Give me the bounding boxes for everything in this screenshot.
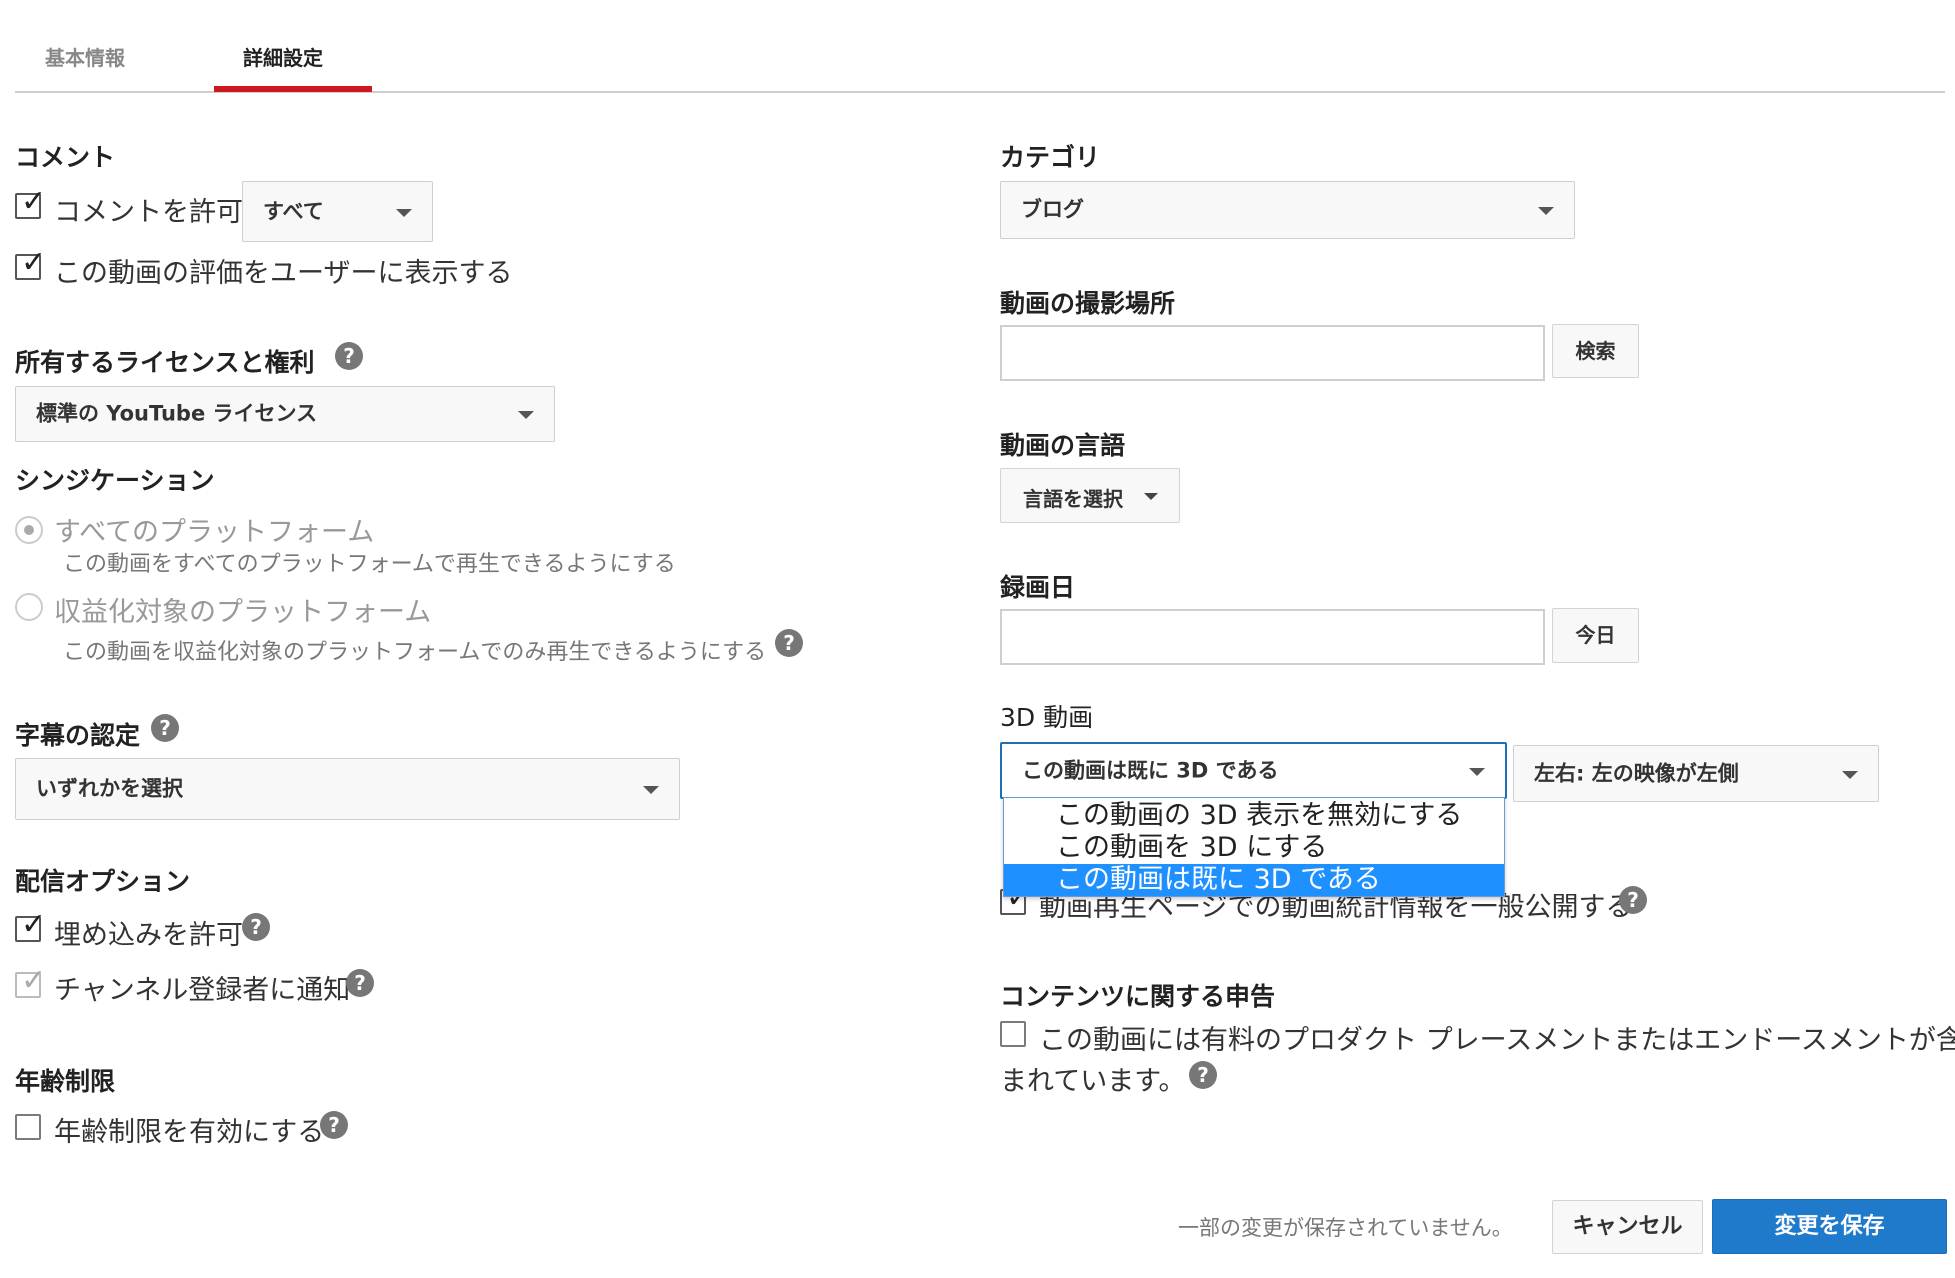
category-select[interactable]: ブログ (1000, 181, 1575, 239)
today-button[interactable]: 今日 (1552, 608, 1639, 663)
show-rating-label: この動画の評価をユーザーに表示する (54, 258, 513, 289)
unsaved-status: 一部の変更が保存されていません。 (1178, 1216, 1513, 1240)
video-3d-dropdown-menu: この動画の 3D 表示を無効にする この動画を 3D にする この動画は既に 3… (1003, 797, 1505, 897)
check-icon: ✓ (21, 963, 47, 998)
video-3d-layout-value: 左右: 左の映像が左側 (1534, 761, 1739, 785)
notify-subscribers-checkbox[interactable]: ✓ (15, 966, 46, 998)
help-icon[interactable]: ? (346, 969, 374, 997)
comments-visibility-select[interactable]: すべて (242, 181, 433, 242)
paid-promotion-label-line2: まれています。 (1000, 1066, 1186, 1097)
language-select-button[interactable]: 言語を選択 (1000, 468, 1180, 523)
tab-advanced-settings[interactable]: 詳細設定 (243, 42, 323, 71)
chevron-down-icon (1469, 767, 1485, 776)
help-icon[interactable]: ? (775, 629, 803, 657)
monetized-platforms-label: 収益化対象のプラットフォーム (54, 597, 432, 628)
all-platforms-desc: この動画をすべてのプラットフォームで再生できるようにする (63, 552, 676, 577)
content-declaration-heading: コンテンツに関する申告 (1000, 982, 1276, 1011)
check-icon: ✓ (21, 907, 47, 942)
check-icon: ✓ (21, 245, 47, 280)
chevron-down-icon (518, 411, 534, 419)
distribution-heading: 配信オプション (15, 867, 191, 896)
license-heading: 所有するライセンスと権利 (15, 348, 315, 377)
save-changes-button[interactable]: 変更を保存 (1712, 1199, 1947, 1254)
video-3d-value: この動画は既に 3D である (1022, 758, 1279, 782)
paid-promotion-label-line1: この動画には有料のプロダクト プレースメントまたはエンドースメントが含 (1039, 1025, 1955, 1056)
comments-heading: コメント (15, 143, 116, 172)
help-icon[interactable]: ? (1619, 886, 1647, 914)
license-select[interactable]: 標準の YouTube ライセンス (15, 386, 555, 442)
license-value: 標準の YouTube ライセンス (36, 401, 318, 426)
paid-promotion-checkbox[interactable] (1000, 1021, 1026, 1047)
help-icon[interactable]: ? (335, 342, 363, 370)
category-value: ブログ (1021, 197, 1084, 222)
allow-embed-label: 埋め込みを許可 (54, 920, 243, 951)
menu-item-make-3d[interactable]: この動画を 3D にする (1004, 832, 1504, 864)
menu-item-disable-3d[interactable]: この動画の 3D 表示を無効にする (1004, 800, 1504, 832)
recording-date-heading: 録画日 (1000, 573, 1076, 602)
allow-embed-checkbox[interactable]: ✓ (15, 910, 46, 942)
allow-comments-label: コメントを許可 (54, 197, 243, 228)
allow-comments-checkbox[interactable]: ✓ (15, 187, 46, 219)
help-icon[interactable]: ? (151, 714, 179, 742)
age-restriction-checkbox[interactable] (15, 1114, 41, 1140)
recording-date-input[interactable] (1000, 609, 1545, 665)
active-tab-indicator (214, 86, 372, 92)
chevron-down-icon (396, 208, 412, 217)
location-search-button[interactable]: 検索 (1552, 324, 1639, 378)
all-platforms-label: すべてのプラットフォーム (54, 517, 375, 548)
captions-certification-select[interactable]: いずれかを選択 (15, 758, 680, 820)
video-3d-heading: 3D 動画 (1000, 703, 1094, 732)
cancel-button[interactable]: キャンセル (1552, 1200, 1703, 1254)
notify-subscribers-label: チャンネル登録者に通知 (54, 975, 351, 1006)
tab-basic-info[interactable]: 基本情報 (45, 42, 125, 71)
radio-dot (24, 525, 34, 535)
chevron-down-icon (1144, 493, 1158, 500)
captions-certification-value: いずれかを選択 (36, 776, 183, 801)
language-select-label: 言語を選択 (1023, 487, 1123, 511)
chevron-down-icon (643, 786, 659, 794)
help-icon[interactable]: ? (242, 913, 270, 941)
chevron-down-icon (1842, 770, 1858, 779)
location-heading: 動画の撮影場所 (1000, 289, 1176, 318)
monetized-platforms-desc: この動画を収益化対象のプラットフォームでのみ再生できるようにする (63, 640, 767, 665)
syndication-heading: シンジケーション (15, 466, 215, 495)
category-heading: カテゴリ (1000, 143, 1101, 172)
age-restriction-heading: 年齢制限 (15, 1067, 116, 1096)
captions-heading: 字幕の認定 (15, 721, 141, 750)
age-restriction-label: 年齢制限を有効にする (54, 1117, 325, 1148)
comments-visibility-value: すべて (263, 199, 324, 223)
radio-all-platforms[interactable] (15, 516, 43, 544)
help-icon[interactable]: ? (1189, 1061, 1217, 1089)
menu-item-already-3d[interactable]: この動画は既に 3D である (1004, 864, 1504, 896)
show-rating-checkbox[interactable]: ✓ (15, 248, 46, 280)
language-heading: 動画の言語 (1000, 431, 1126, 460)
location-input[interactable] (1000, 325, 1545, 381)
radio-monetized-platforms[interactable] (15, 593, 43, 621)
chevron-down-icon (1538, 207, 1554, 215)
help-icon[interactable]: ? (320, 1111, 348, 1139)
check-icon: ✓ (21, 184, 47, 219)
video-3d-layout-select[interactable]: 左右: 左の映像が左側 (1513, 745, 1879, 802)
video-3d-select[interactable]: この動画は既に 3D である (1000, 742, 1507, 799)
